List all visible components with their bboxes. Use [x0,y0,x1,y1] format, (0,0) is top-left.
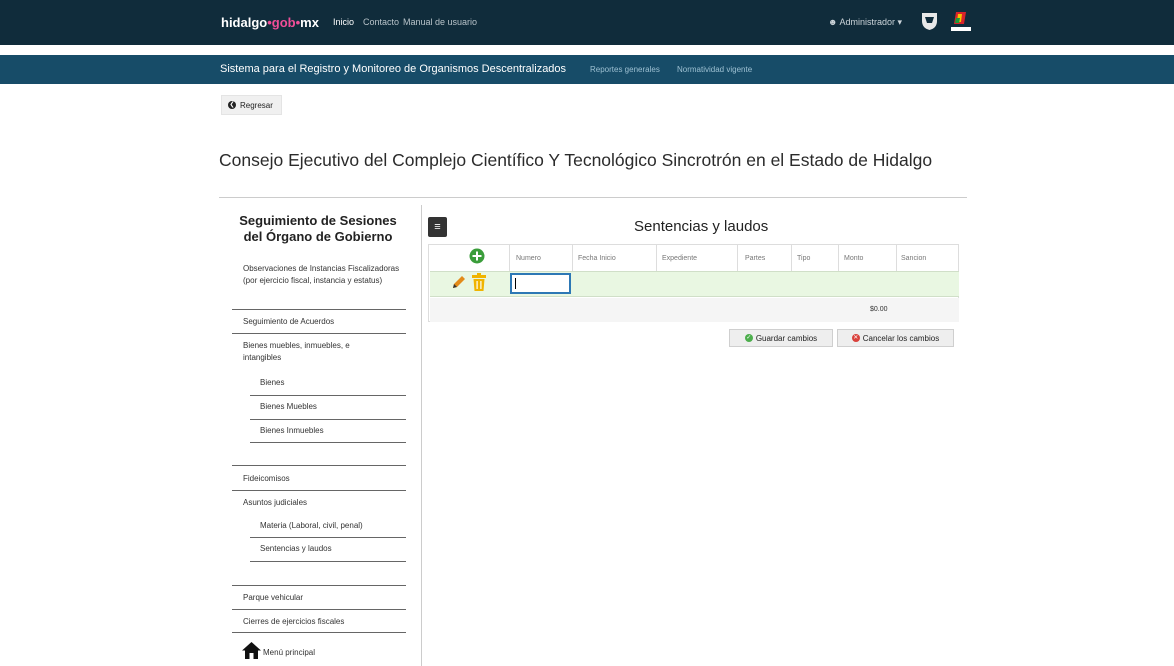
back-button[interactable]: ❮ Regresar [221,95,282,115]
sidebar-item-cierres[interactable]: Cierres de ejercicios fiscales [243,616,344,628]
column-header-fecha-inicio[interactable]: Fecha Inicio [578,255,616,262]
column-header-expediente[interactable]: Expediente [662,255,697,262]
sidebar-item-observaciones[interactable]: Observaciones de Instancias Fiscalizador… [243,263,403,287]
pencil-icon[interactable] [451,274,467,290]
trash-icon[interactable] [471,273,487,291]
user-menu[interactable]: ☻ Administrador ▾ [828,17,902,28]
sidebar-divider [250,442,406,443]
sub-navbar [0,55,1174,84]
text-caret [515,278,516,289]
sidebar-divider [232,632,406,633]
sidebar-item-menu-principal[interactable]: Menú principal [263,647,315,659]
check-icon: ✓ [744,334,753,342]
column-header-tipo[interactable]: Tipo [797,255,810,262]
cancel-label: Cancelar los cambios [862,333,940,343]
user-name: Administrador [839,17,896,27]
sidebar-item-muebles[interactable]: Bienes Muebles [260,401,317,413]
save-label: Guardar cambios [755,333,818,343]
page-title: Consejo Ejecutivo del Complejo Científic… [219,150,933,170]
sidebar-item-materia[interactable]: Materia (Laboral, civil, penal) [260,520,363,532]
hamburger-menu-button[interactable]: ≡ [428,217,447,237]
column-header-sancion[interactable]: Sancion [901,255,926,262]
caret-down-icon: ▾ [897,17,903,27]
column-header-partes[interactable]: Partes [745,255,765,262]
link-normatividad[interactable]: Normatividad vigente [677,65,752,74]
sidebar-divider [250,561,406,562]
arrow-left-icon: ❮ [228,101,236,109]
sidebar-divider [232,309,406,310]
system-title[interactable]: Sistema para el Registro y Monitoreo de … [220,63,566,75]
save-button[interactable]: ✓ Guardar cambios [729,329,833,347]
sidebar-item-acuerdos[interactable]: Seguimiento de Acuerdos [243,316,334,328]
sidebar-divider [250,419,406,420]
sidebar-item-bienes-muebles-inmuebles[interactable]: Bienes muebles, inmuebles, e intangibles [243,340,383,364]
grid-title: Sentencias y laudos [634,218,769,235]
sidebar-divider [232,585,406,586]
column-header-numero[interactable]: Numero [516,255,541,262]
sidebar-item-bienes[interactable]: Bienes [260,377,284,389]
title-divider [219,197,967,198]
sidebar-divider [232,609,406,610]
sidebar-divider [232,465,406,466]
brand-logo[interactable]: hidalgo•gob•mx [221,15,319,30]
sidebar-separator [421,205,422,666]
link-reportes[interactable]: Reportes generales [590,65,660,74]
user-icon: ☻ [828,17,838,27]
nav-manual[interactable]: Manual de usuario [403,17,477,27]
sidebar-divider [232,490,406,491]
state-shield-logo [922,13,937,30]
add-icon[interactable] [469,248,485,264]
hidalgo-logo [951,12,971,31]
cancel-button[interactable]: ✕ Cancelar los cambios [837,329,954,347]
sidebar-item-inmuebles[interactable]: Bienes Inmuebles [260,425,324,437]
sidebar-item-asuntos[interactable]: Asuntos judiciales [243,497,307,509]
nav-contacto[interactable]: Contacto [363,17,399,27]
home-icon[interactable] [241,641,262,660]
back-label: Regresar [240,100,273,110]
sidebar-item-fideicomisos[interactable]: Fideicomisos [243,473,290,485]
sidebar-divider [250,395,406,396]
sidebar-item-sentencias[interactable]: Sentencias y laudos [260,543,332,555]
monto-total: $0.00 [870,306,888,313]
column-header-monto[interactable]: Monto [844,255,863,262]
sidebar-item-parque[interactable]: Parque vehicular [243,592,303,604]
nav-inicio[interactable]: Inicio [333,17,354,27]
numero-input[interactable] [510,273,571,294]
sidebar-divider [232,333,406,334]
sidebar-title: Seguimiento de Sesiones del Órgano de Go… [239,213,397,244]
sidebar-divider [250,537,406,538]
cancel-icon: ✕ [851,334,860,342]
top-navbar [0,0,1174,45]
